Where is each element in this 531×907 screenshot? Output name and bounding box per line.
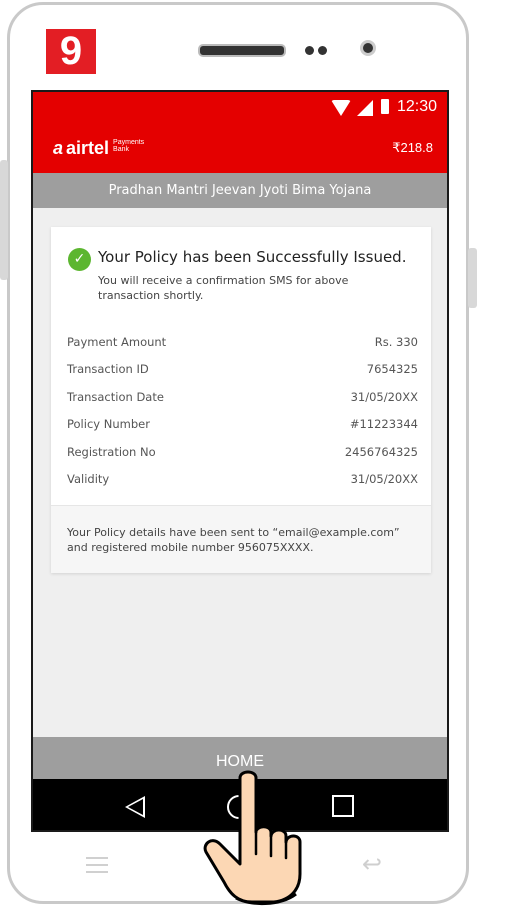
app-bar: a airtel Payments Bank ₹218.8 bbox=[33, 124, 447, 173]
detail-value: 31/05/20XX bbox=[350, 389, 418, 404]
detail-label: Registration No bbox=[67, 444, 156, 459]
card-footer: Your Policy details have been sent to “e… bbox=[51, 506, 431, 573]
transaction-details: Payment Amount Rs. 330 Transaction ID 76… bbox=[67, 328, 418, 493]
phone-side-button-left bbox=[0, 160, 8, 280]
wifi-icon bbox=[331, 100, 351, 116]
detail-value: 31/05/20XX bbox=[350, 472, 418, 487]
scheme-title-bar: Pradhan Mantri Jeevan Jyoti Bima Yojana bbox=[33, 173, 447, 208]
phone-speaker bbox=[198, 44, 286, 57]
airtel-payments-bank-logo: a airtel Payments Bank bbox=[53, 138, 153, 159]
policy-sent-notice: Your Policy details have been sent to “e… bbox=[67, 526, 400, 554]
detail-row-payment-amount: Payment Amount Rs. 330 bbox=[67, 328, 418, 356]
detail-value: 7654325 bbox=[366, 362, 418, 377]
detail-row-transaction-date: Transaction Date 31/05/20XX bbox=[67, 383, 418, 411]
hardware-menu-icon bbox=[86, 857, 108, 878]
signal-icon bbox=[357, 100, 373, 116]
step-number-badge: 9 bbox=[46, 29, 96, 74]
detail-value: Rs. 330 bbox=[374, 334, 418, 349]
payments-bank-label: Payments Bank bbox=[113, 138, 145, 153]
detail-label: Validity bbox=[67, 472, 110, 487]
hardware-back-icon: ↩ bbox=[362, 850, 383, 878]
phone-sensor bbox=[318, 46, 327, 55]
success-title: Your Policy has been Successfully Issued… bbox=[98, 248, 407, 266]
success-subtitle: You will receive a confirmation SMS for … bbox=[98, 274, 349, 302]
pointing-hand-icon bbox=[203, 770, 302, 906]
recent-apps-icon[interactable] bbox=[332, 795, 354, 817]
detail-label: Payment Amount bbox=[67, 334, 167, 349]
detail-value: 2456764325 bbox=[344, 444, 418, 459]
detail-row-validity: Validity 31/05/20XX bbox=[67, 466, 418, 494]
phone-camera bbox=[360, 40, 376, 56]
detail-value: #11223344 bbox=[349, 417, 418, 432]
airtel-logo-word: airtel bbox=[66, 138, 110, 158]
status-bar: 12:30 bbox=[33, 92, 447, 124]
phone-screen: 12:30 a airtel Payments Bank ₹218.8 Prad… bbox=[31, 90, 449, 832]
back-icon[interactable] bbox=[125, 796, 145, 818]
detail-label: Policy Number bbox=[67, 417, 150, 432]
detail-row-registration-no: Registration No 2456764325 bbox=[67, 438, 418, 466]
detail-label: Transaction ID bbox=[67, 362, 149, 377]
phone-sensor bbox=[305, 46, 314, 55]
status-time: 12:30 bbox=[396, 98, 437, 115]
detail-row-policy-number: Policy Number #11223344 bbox=[67, 411, 418, 439]
phone-side-button-right bbox=[468, 248, 477, 308]
battery-icon bbox=[381, 99, 389, 114]
detail-row-transaction-id: Transaction ID 7654325 bbox=[67, 356, 418, 384]
airtel-logo-mark: a bbox=[53, 138, 64, 158]
policy-success-card: ✓ Your Policy has been Successfully Issu… bbox=[51, 227, 431, 573]
wallet-balance: ₹218.8 bbox=[392, 140, 433, 155]
detail-label: Transaction Date bbox=[67, 389, 164, 404]
check-icon: ✓ bbox=[68, 248, 91, 271]
